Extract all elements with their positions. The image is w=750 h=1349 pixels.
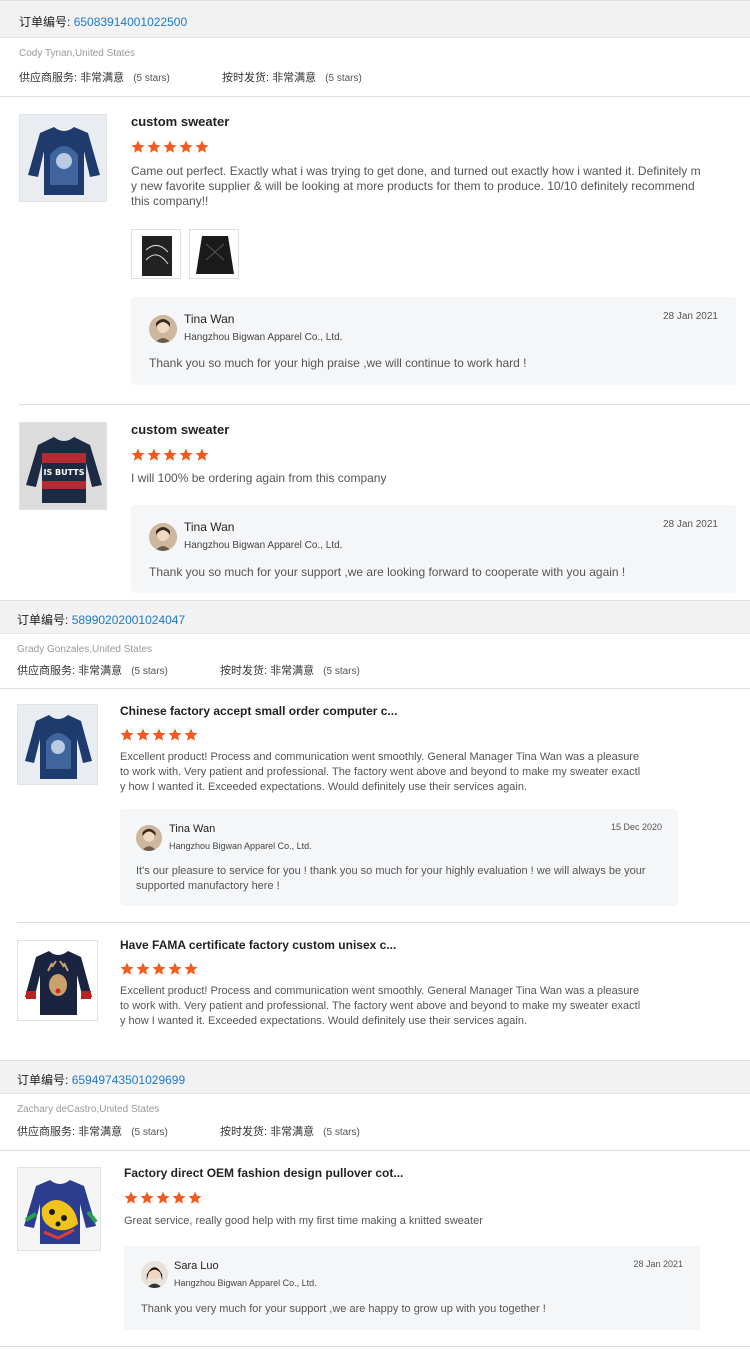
reply-date: 28 Jan 2021 bbox=[662, 519, 718, 530]
review-text: Excellent product! Process and communica… bbox=[120, 985, 641, 1027]
star-icon bbox=[131, 448, 145, 461]
star-icon bbox=[163, 448, 177, 461]
product-thumbnail[interactable] bbox=[19, 114, 107, 202]
star-icon bbox=[195, 140, 209, 153]
avatar bbox=[136, 825, 162, 851]
star-icon bbox=[120, 962, 134, 975]
star-icon bbox=[184, 728, 198, 741]
divider bbox=[19, 404, 750, 405]
review-text: Came out perfect. Exactly what i was try… bbox=[131, 164, 701, 208]
star-icon bbox=[172, 1191, 186, 1204]
order-number-link[interactable]: 58990202001024047 bbox=[72, 613, 185, 627]
reply-company: Hangzhou Bigwan Apparel Co., Ltd. bbox=[169, 841, 312, 851]
avatar bbox=[141, 1261, 168, 1288]
reply-date: 28 Jan 2021 bbox=[633, 1259, 683, 1269]
avatar bbox=[149, 315, 177, 343]
product-title[interactable]: Have FAMA certificate factory custom uni… bbox=[120, 938, 396, 952]
reply-company: Hangzhou Bigwan Apparel Co., Ltd. bbox=[174, 1278, 317, 1288]
reply-date: 28 Jan 2021 bbox=[662, 311, 718, 322]
avatar bbox=[149, 523, 177, 551]
seller-reply: Tina Wan Hangzhou Bigwan Apparel Co., Lt… bbox=[131, 297, 736, 385]
review-text: I will 100% be ordering again from this … bbox=[131, 471, 387, 485]
reply-author: Tina Wan bbox=[169, 823, 216, 835]
buyer-name: Zachary deCastro,United States bbox=[17, 1104, 160, 1115]
product-thumbnail[interactable] bbox=[17, 1167, 101, 1251]
star-rating bbox=[120, 728, 198, 742]
order-number-link[interactable]: 65949743501029699 bbox=[72, 1073, 185, 1087]
reply-message: It's our pleasure to service for you ! t… bbox=[136, 865, 646, 892]
star-icon bbox=[131, 140, 145, 153]
order-label: 订单编号: bbox=[17, 613, 69, 627]
divider bbox=[17, 922, 750, 923]
star-icon bbox=[188, 1191, 202, 1204]
reply-message: Thank you very much for your support ,we… bbox=[141, 1303, 546, 1315]
star-icon bbox=[163, 140, 177, 153]
star-icon bbox=[195, 448, 209, 461]
seller-reply: Sara Luo Hangzhou Bigwan Apparel Co., Lt… bbox=[124, 1246, 700, 1330]
order-label: 订单编号: bbox=[17, 1073, 69, 1087]
order-header: 订单编号: 65083914001022500 bbox=[0, 0, 750, 38]
reply-date: 15 Dec 2020 bbox=[610, 822, 662, 832]
reply-author: Tina Wan bbox=[184, 520, 235, 534]
divider bbox=[0, 688, 750, 689]
star-icon bbox=[136, 728, 150, 741]
seller-ratings: 供应商服务: 非常满意 (5 stars) 按时发货: 非常满意 (5 star… bbox=[17, 1126, 360, 1138]
buyer-name: Grady Gonzales,United States bbox=[17, 644, 153, 655]
order-header: 订单编号: 58990202001024047 bbox=[0, 600, 750, 634]
thumbnail-text: IS BUTTS bbox=[44, 468, 85, 477]
divider bbox=[0, 96, 750, 97]
star-icon bbox=[179, 448, 193, 461]
divider bbox=[0, 1150, 750, 1151]
reply-company: Hangzhou Bigwan Apparel Co., Ltd. bbox=[184, 540, 343, 551]
star-icon bbox=[156, 1191, 170, 1204]
star-icon bbox=[147, 140, 161, 153]
seller-reply: Tina Wan Hangzhou Bigwan Apparel Co., Lt… bbox=[120, 809, 678, 906]
product-thumbnail[interactable]: IS BUTTS bbox=[19, 422, 107, 510]
star-icon bbox=[136, 962, 150, 975]
reply-author: Tina Wan bbox=[184, 312, 235, 326]
star-rating bbox=[120, 962, 198, 976]
star-icon bbox=[179, 140, 193, 153]
seller-ratings: 供应商服务: 非常满意 (5 stars) 按时发货: 非常满意 (5 star… bbox=[17, 665, 360, 677]
order-header: 订单编号: 65949743501029699 bbox=[0, 1060, 750, 1094]
star-icon bbox=[120, 728, 134, 741]
star-rating bbox=[131, 448, 209, 462]
reply-message: Thank you so much for your high praise ,… bbox=[149, 356, 527, 370]
product-thumbnail[interactable] bbox=[17, 704, 98, 785]
buyer-name: Cody Tynan,United States bbox=[19, 48, 135, 59]
star-icon bbox=[147, 448, 161, 461]
reply-message: Thank you so much for your support ,we a… bbox=[149, 565, 626, 579]
product-title[interactable]: Chinese factory accept small order compu… bbox=[120, 704, 397, 718]
star-icon bbox=[168, 728, 182, 741]
star-icon bbox=[124, 1191, 138, 1204]
star-icon bbox=[140, 1191, 154, 1204]
star-icon bbox=[152, 728, 166, 741]
order-number-link[interactable]: 65083914001022500 bbox=[74, 15, 187, 29]
product-title[interactable]: custom sweater bbox=[131, 422, 229, 437]
product-thumbnail[interactable] bbox=[17, 940, 98, 1021]
order-label: 订单编号: bbox=[19, 15, 71, 29]
review-text: Great service, really good help with my … bbox=[124, 1215, 483, 1227]
product-title[interactable]: custom sweater bbox=[131, 114, 229, 129]
seller-ratings: 供应商服务: 非常满意 (5 stars) 按时发货: 非常满意 (5 star… bbox=[19, 72, 362, 84]
reply-author: Sara Luo bbox=[174, 1260, 219, 1272]
divider bbox=[0, 1346, 750, 1347]
star-icon bbox=[152, 962, 166, 975]
star-rating bbox=[131, 140, 209, 154]
seller-reply: Tina Wan Hangzhou Bigwan Apparel Co., Lt… bbox=[131, 505, 736, 593]
reply-company: Hangzhou Bigwan Apparel Co., Ltd. bbox=[184, 332, 343, 343]
product-title[interactable]: Factory direct OEM fashion design pullov… bbox=[124, 1166, 403, 1180]
review-photo[interactable] bbox=[131, 229, 181, 279]
star-icon bbox=[168, 962, 182, 975]
star-icon bbox=[184, 962, 198, 975]
star-rating bbox=[124, 1191, 202, 1205]
review-text: Excellent product! Process and communica… bbox=[120, 751, 641, 793]
review-photo[interactable] bbox=[189, 229, 239, 279]
